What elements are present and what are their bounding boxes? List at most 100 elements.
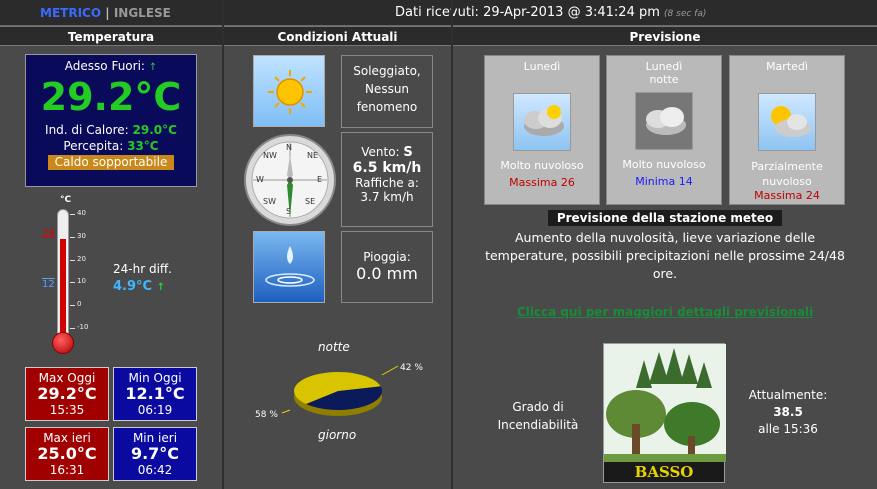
heat-index-row: Ind. di Calore: 29.0°C	[26, 123, 196, 137]
forecast-day-name: Lunedì	[645, 60, 683, 73]
thermo-max-marker: 29	[42, 228, 55, 239]
max-today-box: Max Oggi 29.2°C 15:35	[25, 367, 109, 421]
fire-index-readout: Attualmente: 38.5 alle 15:36	[740, 387, 836, 438]
thermo-unit: °C	[60, 195, 72, 205]
partly-cloudy-icon	[758, 93, 816, 151]
thermo-tick-label: 40	[77, 209, 86, 217]
diff-row: 4.9°C ↑	[113, 279, 165, 294]
thermo-tick	[70, 328, 75, 329]
station-forecast-text: Aumento della nuvolosità, lieve variazio…	[485, 230, 845, 281]
forecast-details-link[interactable]: Clicca qui per maggiori dettagli previsi…	[453, 305, 877, 319]
received-timestamp: Dati ricevuti: 29-Apr-2013 @ 3:41:24 pm …	[395, 5, 706, 20]
current-temperature: 29.2°C	[40, 75, 182, 119]
rain-drop-icon	[253, 231, 325, 303]
sky-condition-text: Soleggiato, Nessun fenomeno	[353, 64, 421, 114]
forecast-card-2[interactable]: Lunedì notte Molto nuvoloso Minima 14	[606, 55, 722, 205]
rain-box: Pioggia: 0.0 mm	[341, 231, 433, 303]
min-yesterday-box: Min ieri 9.7°C 06:42	[113, 427, 197, 481]
forecast-temp: Minima 14	[635, 175, 693, 188]
thermo-tick-label: 20	[77, 254, 86, 263]
gust-value: 3.7 km/h	[360, 190, 414, 204]
compass-se: SE	[305, 197, 316, 206]
current-temp-panel: Adesso Fuori: ↑ 29.2°C Ind. di Calore: 2…	[25, 54, 197, 187]
units-english-link[interactable]: INGLESE	[114, 6, 171, 20]
units-metric-link[interactable]: METRICO	[40, 6, 101, 20]
forecast-temp: Massima 24	[754, 189, 820, 202]
trend-up-icon: ↑	[156, 282, 165, 293]
compass-n: N	[286, 143, 292, 152]
compass-w: W	[256, 175, 264, 184]
min-today-time: 06:19	[137, 403, 173, 417]
thermo-tick-label: 10	[77, 277, 86, 286]
comfort-badge: Caldo sopportabile	[48, 155, 174, 170]
compass-ne: NE	[307, 151, 319, 160]
fire-danger-label: Grado di Incendiabilità	[497, 400, 579, 432]
forecast-desc: Parzialmente nuvoloso	[751, 160, 823, 188]
heat-index-label: Ind. di Calore:	[45, 123, 129, 137]
section-header-previsione: Previsione	[453, 26, 877, 46]
forecast-day-name: Martedì	[766, 60, 808, 73]
column-divider	[222, 0, 224, 489]
min-yesterday-time: 06:42	[137, 463, 173, 477]
outside-label: Adesso Fuori:	[64, 59, 145, 73]
thermo-tick-label: -10	[77, 323, 89, 331]
thermo-tick	[70, 214, 75, 215]
fire-index-value: 38.5	[773, 405, 803, 419]
wind-box: Vento: S 6.5 km/h Raffiche a: 3.7 km/h	[341, 132, 433, 227]
diff-label: 24-hr diff.	[113, 262, 172, 276]
forecast-day-sub: notte	[649, 73, 679, 86]
compass-nw: NW	[263, 151, 277, 160]
feels-like-row: Percepita: 33°C	[26, 139, 196, 153]
min-today-value: 12.1°C	[125, 384, 185, 403]
min-yesterday-label: Min ieri	[132, 431, 178, 445]
max-yesterday-value: 25.0°C	[37, 444, 97, 463]
compass-s: S	[286, 207, 292, 216]
data-age: (8 sec fa)	[664, 9, 707, 19]
outside-label-row: Adesso Fuori: ↑	[26, 59, 196, 73]
fire-danger-level: BASSO	[604, 462, 724, 482]
day-percent: 58 %	[255, 410, 278, 420]
thermo-tick-label: 30	[77, 231, 86, 240]
night-label: notte	[318, 340, 350, 354]
wind-direction: S	[403, 145, 413, 160]
sunny-icon	[253, 55, 325, 127]
thermo-min-marker: 12	[42, 279, 55, 290]
day-label: giorno	[318, 428, 357, 442]
compass-sw: SW	[263, 197, 276, 206]
sky-condition-box: Soleggiato, Nessun fenomeno	[341, 55, 433, 128]
thermo-tick	[70, 282, 75, 284]
forecast-temp: Massima 26	[509, 176, 575, 189]
forecast-card-1[interactable]: Lunedì Molto nuvoloso Massima 26	[484, 55, 600, 205]
forecast-desc: Molto nuvoloso	[622, 158, 706, 171]
thermo-tick	[70, 236, 75, 238]
max-today-label: Max Oggi	[38, 371, 96, 385]
min-today-label: Min Oggi	[128, 371, 182, 385]
rain-label: Pioggia:	[363, 250, 411, 264]
weather-dashboard: METRICO | INGLESE Dati ricevuti: 29-Apr-…	[0, 0, 877, 489]
forecast-card-3[interactable]: Martedì Parzialmente nuvoloso Massima 24	[729, 55, 845, 205]
rain-value: 0.0 mm	[356, 264, 418, 283]
compass-e: E	[317, 175, 323, 184]
cloudy-night-icon	[635, 92, 693, 150]
thermo-tick	[70, 259, 75, 261]
thermo-tick	[70, 305, 75, 307]
feels-like-label: Percepita:	[63, 139, 124, 153]
daylight-pie-chart: 42 % 58 %	[255, 363, 423, 420]
diff-value: 4.9°C	[113, 279, 153, 294]
thermo-fill	[60, 238, 66, 337]
cloudy-icon	[513, 93, 571, 151]
wind-speed: 6.5 km/h	[352, 160, 422, 176]
fire-index-label: Attualmente:	[748, 388, 828, 402]
min-yesterday-value: 9.7°C	[130, 444, 180, 463]
thermo-bulb	[52, 332, 74, 354]
trend-up-icon: ↑	[148, 62, 158, 73]
section-header-condizioni: Condizioni Attuali	[224, 26, 451, 46]
thermo-tick-label: 0	[77, 300, 82, 309]
section-header-temperatura: Temperatura	[0, 26, 222, 46]
feels-like-value: 33°C	[127, 139, 159, 153]
max-yesterday-label: Max ieri	[43, 431, 91, 445]
compass: N NE E SE S SW W NW	[243, 133, 337, 227]
gust-label: Raffiche a:	[355, 176, 419, 190]
thermometer: °C 40 30 20 10 0 -10 29 12	[30, 195, 100, 360]
max-today-time: 15:35	[49, 403, 85, 417]
